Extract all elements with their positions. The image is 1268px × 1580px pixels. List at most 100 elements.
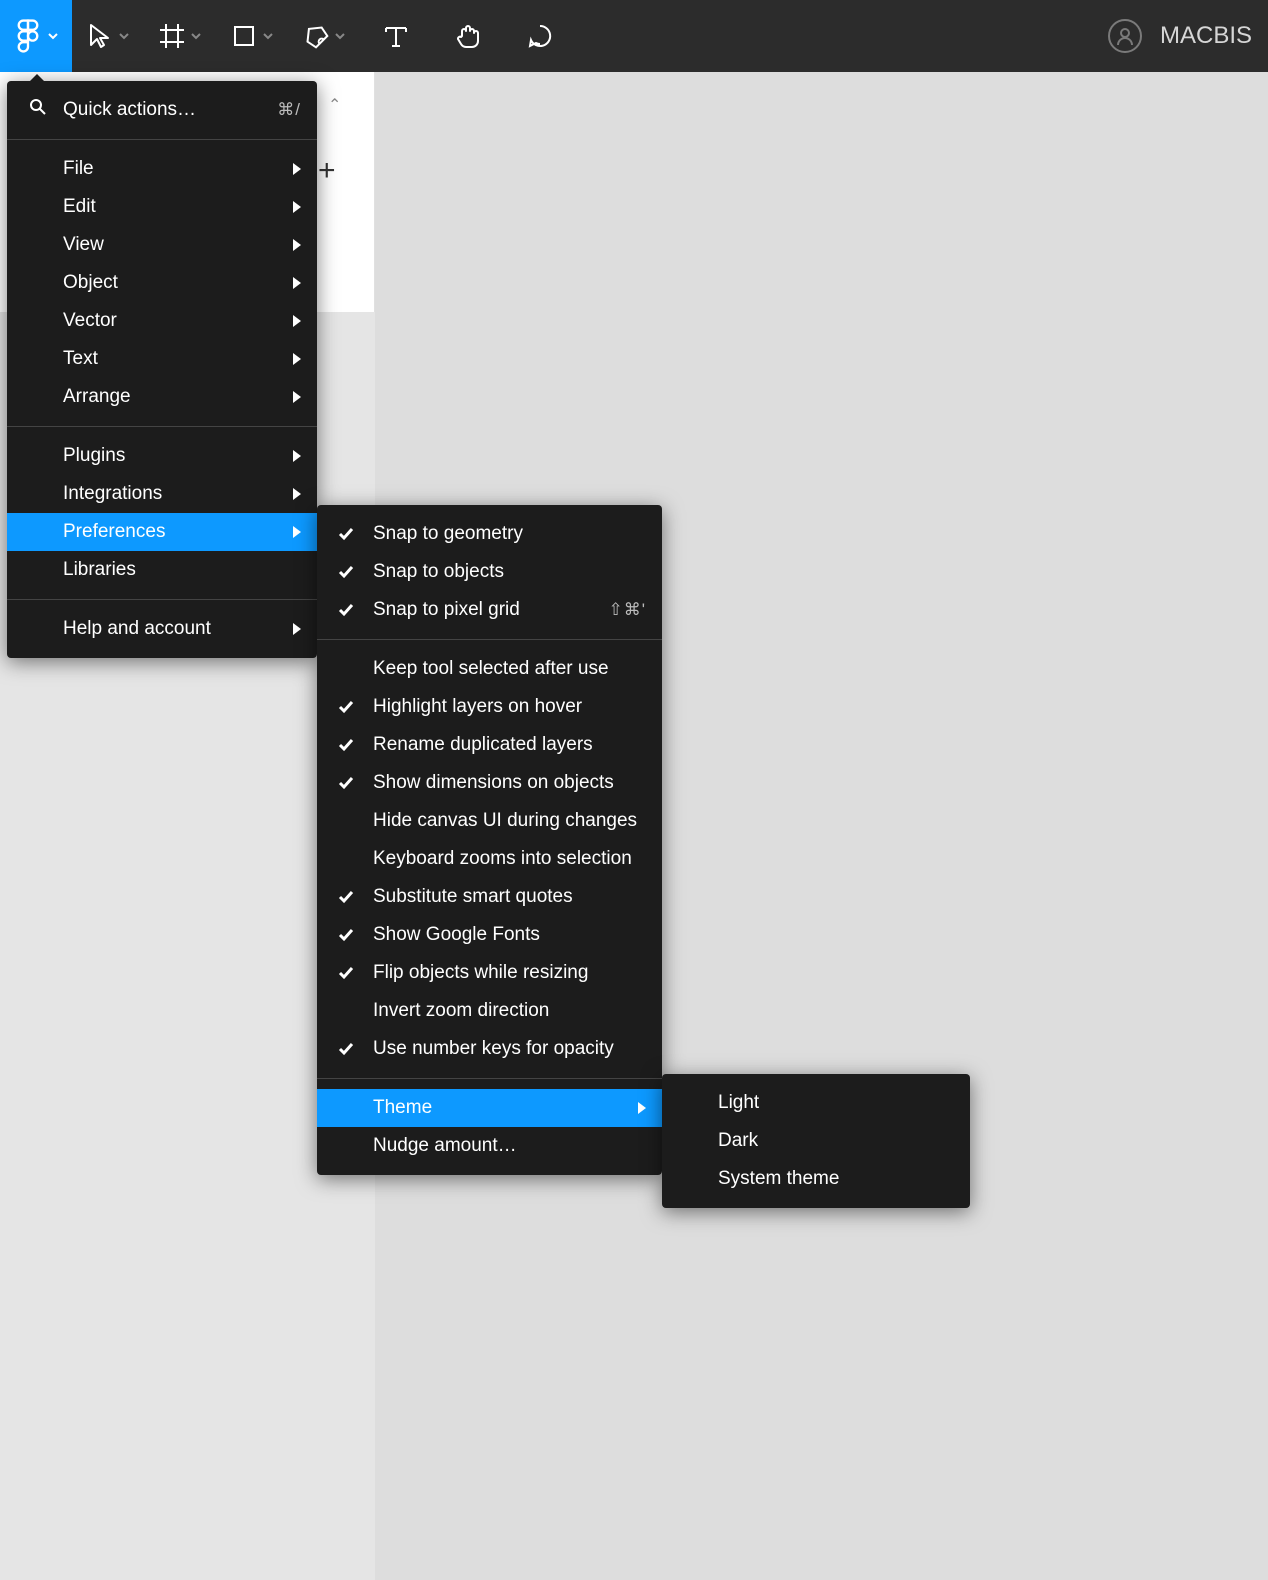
menu-item-snap-objects[interactable]: Snap to objects <box>317 553 662 591</box>
menu-item-label: Theme <box>373 1097 630 1119</box>
menu-item-help-account[interactable]: Help and account <box>7 610 317 648</box>
menu-item-label: Arrange <box>63 386 285 408</box>
submenu-arrow-icon <box>293 277 301 289</box>
frame-icon <box>158 22 186 50</box>
menu-item-object[interactable]: Object <box>7 264 317 302</box>
submenu-arrow-icon <box>293 488 301 500</box>
menu-item-plugins[interactable]: Plugins <box>7 437 317 475</box>
chevron-down-icon <box>47 30 59 42</box>
menu-item-file[interactable]: File <box>7 150 317 188</box>
menu-item-label: Highlight layers on hover <box>373 696 646 718</box>
menu-item-show-dimensions[interactable]: Show dimensions on objects <box>317 764 662 802</box>
submenu-arrow-icon <box>293 163 301 175</box>
menu-item-edit[interactable]: Edit <box>7 188 317 226</box>
menu-item-label: Dark <box>718 1130 954 1152</box>
menu-item-smart-quotes[interactable]: Substitute smart quotes <box>317 878 662 916</box>
chevron-down-icon <box>118 30 130 42</box>
menu-item-theme[interactable]: Theme <box>317 1089 662 1127</box>
check-icon <box>337 698 355 716</box>
menu-separator <box>7 599 317 600</box>
menu-item-nudge-amount[interactable]: Nudge amount… <box>317 1127 662 1165</box>
frame-tool-button[interactable] <box>144 0 216 72</box>
text-tool-button[interactable] <box>360 0 432 72</box>
menu-separator <box>7 426 317 427</box>
menu-item-text[interactable]: Text <box>7 340 317 378</box>
panel-collapse-icon[interactable]: ⌃ <box>328 95 341 115</box>
menu-item-label: Rename duplicated layers <box>373 734 646 756</box>
pen-tool-button[interactable] <box>288 0 360 72</box>
menu-item-keep-tool-selected[interactable]: Keep tool selected after use <box>317 650 662 688</box>
menu-item-label: Use number keys for opacity <box>373 1038 646 1060</box>
menu-item-label: Quick actions… <box>63 99 277 121</box>
preferences-menu: Snap to geometry Snap to objects Snap to… <box>317 505 662 1175</box>
pen-icon <box>302 22 330 50</box>
menu-item-label: Snap to geometry <box>373 523 646 545</box>
chevron-down-icon <box>190 30 202 42</box>
menu-item-number-keys-opacity[interactable]: Use number keys for opacity <box>317 1030 662 1068</box>
main-menu: Quick actions… ⌘/ File Edit View Object … <box>7 81 317 658</box>
menu-item-view[interactable]: View <box>7 226 317 264</box>
team-name[interactable]: MACBIS <box>1160 22 1252 50</box>
rectangle-icon <box>230 22 258 50</box>
menu-item-arrange[interactable]: Arrange <box>7 378 317 416</box>
submenu-arrow-icon <box>293 526 301 538</box>
comment-tool-button[interactable] <box>504 0 576 72</box>
figma-menu-button[interactable] <box>0 0 72 72</box>
menu-item-integrations[interactable]: Integrations <box>7 475 317 513</box>
chevron-down-icon <box>334 30 346 42</box>
menu-item-label: File <box>63 158 285 180</box>
menu-item-label: Integrations <box>63 483 285 505</box>
submenu-arrow-icon <box>293 239 301 251</box>
check-icon <box>337 563 355 581</box>
menu-item-label: System theme <box>718 1168 954 1190</box>
move-tool-button[interactable] <box>72 0 144 72</box>
menu-item-preferences[interactable]: Preferences <box>7 513 317 551</box>
menu-item-label: Plugins <box>63 445 285 467</box>
menu-item-keyboard-zoom[interactable]: Keyboard zooms into selection <box>317 840 662 878</box>
submenu-arrow-icon <box>293 353 301 365</box>
menu-item-label: Hide canvas UI during changes <box>373 810 646 832</box>
shape-tool-button[interactable] <box>216 0 288 72</box>
theme-menu: Light Dark System theme <box>662 1074 970 1208</box>
menu-item-label: Preferences <box>63 521 285 543</box>
menu-item-snap-geometry[interactable]: Snap to geometry <box>317 515 662 553</box>
menu-item-flip-resizing[interactable]: Flip objects while resizing <box>317 954 662 992</box>
menu-item-label: Light <box>718 1092 954 1114</box>
menu-item-label: Flip objects while resizing <box>373 962 646 984</box>
menu-item-theme-dark[interactable]: Dark <box>662 1122 970 1160</box>
menu-item-invert-zoom[interactable]: Invert zoom direction <box>317 992 662 1030</box>
check-icon <box>337 601 355 619</box>
menu-item-label: Snap to objects <box>373 561 646 583</box>
menu-item-quick-actions[interactable]: Quick actions… ⌘/ <box>7 91 317 129</box>
chevron-down-icon <box>262 30 274 42</box>
menu-item-shortcut: ⌘/ <box>277 100 301 120</box>
add-page-button[interactable]: + <box>318 154 336 188</box>
menu-item-theme-system[interactable]: System theme <box>662 1160 970 1198</box>
menu-item-label: Substitute smart quotes <box>373 886 646 908</box>
menu-item-google-fonts[interactable]: Show Google Fonts <box>317 916 662 954</box>
menu-item-label: Vector <box>63 310 285 332</box>
menu-item-label: Keyboard zooms into selection <box>373 848 646 870</box>
toolbar: MACBIS <box>0 0 1268 72</box>
hand-icon <box>454 22 482 50</box>
menu-item-vector[interactable]: Vector <box>7 302 317 340</box>
menu-item-label: Libraries <box>63 559 301 581</box>
check-icon <box>337 774 355 792</box>
menu-item-theme-light[interactable]: Light <box>662 1084 970 1122</box>
menu-item-snap-pixel-grid[interactable]: Snap to pixel grid ⇧⌘' <box>317 591 662 629</box>
menu-item-highlight-layers[interactable]: Highlight layers on hover <box>317 688 662 726</box>
menu-item-libraries[interactable]: Libraries <box>7 551 317 589</box>
check-icon <box>337 525 355 543</box>
menu-separator <box>7 139 317 140</box>
check-icon <box>337 1040 355 1058</box>
check-icon <box>337 964 355 982</box>
menu-item-label: Help and account <box>63 618 285 640</box>
menu-item-hide-canvas-ui[interactable]: Hide canvas UI during changes <box>317 802 662 840</box>
menu-separator <box>317 639 662 640</box>
comment-icon <box>526 22 554 50</box>
user-avatar[interactable] <box>1108 19 1142 53</box>
menu-item-rename-duplicated[interactable]: Rename duplicated layers <box>317 726 662 764</box>
menu-item-label: Keep tool selected after use <box>373 658 646 680</box>
hand-tool-button[interactable] <box>432 0 504 72</box>
menu-item-label: View <box>63 234 285 256</box>
